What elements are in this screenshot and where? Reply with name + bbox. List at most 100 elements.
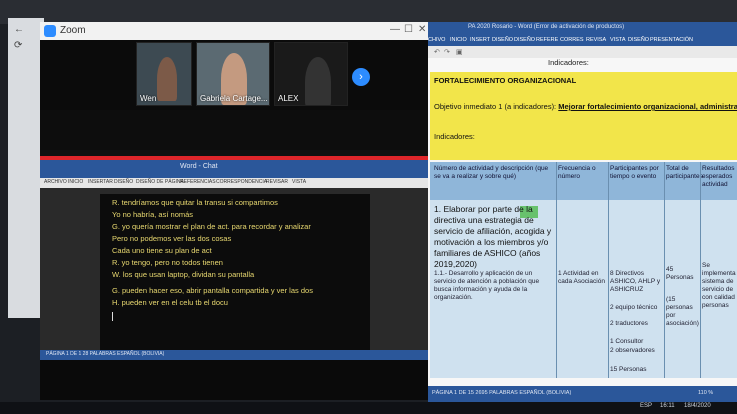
activity-subtitle: 1.1.- Desarrollo y aplicación de un serv… (434, 270, 540, 301)
minimize-icon[interactable]: — (390, 24, 400, 35)
chat-line: Pero no podemos ver las dos cosas (112, 234, 232, 243)
windows-taskbar: ESP 16:11 18/4/2020 (0, 402, 737, 414)
text-cursor (112, 312, 113, 321)
tab-correspondencia[interactable]: CORRES (560, 37, 584, 43)
chat-line: W. los que usan laptop, dividan su panta… (112, 270, 255, 279)
browser-window-behind: ← ⟳ (8, 18, 44, 318)
tab-diseno[interactable]: DISEÑO (492, 37, 513, 43)
zoom-level[interactable]: 110 % (698, 390, 713, 396)
shared-word-tabs: ARCHIVO INICIO INSERTAR DISEÑO DISEÑO DE… (40, 178, 432, 188)
table-body[interactable]: 1. Elaborar por parte de la directiva un… (430, 200, 737, 378)
results-cell: Se implementa sistema de servicio de con… (702, 262, 736, 309)
shared-word-titlebar: Word - Chat (40, 160, 432, 178)
language-indicator[interactable]: ESP (640, 403, 652, 409)
tab-archivo[interactable]: CHIVO (428, 37, 445, 43)
chevron-right-icon: › (359, 71, 363, 83)
tab-diseno-pagina[interactable]: DISEÑO (514, 37, 535, 43)
section-title: FORTALECIMIENTO ORGANIZACIONAL (434, 76, 577, 85)
table-divider (700, 162, 701, 378)
participant-item: 2 observadores (610, 347, 655, 354)
column-header: Número de actividad y descripción (que s… (434, 165, 549, 180)
tab[interactable]: INICIO (68, 179, 83, 185)
tab-diseno-2[interactable]: DISEÑO (628, 37, 649, 43)
participant-name: ALEX (278, 94, 299, 103)
screen: ← ⟳ Zoom — ☐ ✕ Wen Gabriela Cartage... A… (0, 0, 737, 414)
participant-video (305, 57, 331, 105)
participant-video (157, 57, 177, 101)
chat-line: R. tendríamos que quitar la transu si co… (112, 198, 278, 207)
doc-title: PA 2020 Rosario - Word (Error de activac… (468, 24, 625, 30)
frequency-cell: 1 Actividad en cada Asociación (558, 270, 605, 285)
participant-item: 1 Consultor (610, 338, 644, 345)
zoom-bottom-area (40, 360, 432, 400)
chat-line: G. pueden hacer eso, abrir pantalla comp… (112, 286, 313, 295)
header-indicators-label: Indicadores: (548, 58, 589, 67)
doc-statusbar: PÁGINA 1 DE 15 2695 PALABRAS ESPAÑOL (BO… (428, 386, 737, 402)
tab-referencias[interactable]: REFERE (536, 37, 558, 43)
tab-insertar[interactable]: INSERT (470, 37, 490, 43)
column-header: Participantes por tiempo o evento (610, 165, 659, 180)
tab-presentacion[interactable]: PRESENTACIÓN (650, 37, 693, 43)
objective-text: Mejorar fortalecimiento organizacional, … (558, 102, 737, 111)
participant-item: 2 traductores (610, 320, 648, 327)
close-icon[interactable]: ✕ (418, 24, 426, 35)
table-divider (664, 162, 665, 378)
activity-title: 1. Elaborar por parte de la directiva un… (434, 204, 552, 269)
clock-time[interactable]: 16:11 (660, 403, 675, 409)
doc-ribbon-tabs: CHIVO INICIO INSERT DISEÑO DISEÑO REFERE… (428, 36, 737, 46)
shared-word-title: Word - Chat (180, 163, 218, 170)
reload-icon[interactable]: ⟳ (14, 40, 22, 51)
word-document-window: PA 2020 Rosario - Word (Error de activac… (428, 22, 737, 402)
tab-revisar[interactable]: REVISA (586, 37, 606, 43)
objective-line: Objetivo inmediato 1 (a indicadores): Me… (434, 102, 737, 111)
clock-date[interactable]: 18/4/2020 (684, 403, 711, 409)
table-divider (556, 162, 557, 378)
shared-word-status-text: PÁGINA 1 DE 1 28 PALABRAS ESPAÑOL (BOLIV… (46, 351, 165, 357)
tab[interactable]: INSERTAR (88, 179, 113, 185)
back-arrow-icon[interactable]: ← (14, 24, 24, 35)
column-header: Total de participantes (666, 165, 703, 180)
total-note: (15 personas por asociación) (666, 296, 699, 327)
participant-tile[interactable]: Wen (136, 42, 192, 106)
participant-item: 2 equipo técnico (610, 304, 658, 311)
tab[interactable]: ARCHIVO (44, 179, 67, 185)
quick-access-toolbar: ↶ ↷ ▣ (428, 46, 737, 58)
objective-prefix: Objetivo inmediato 1 (a indicadores): (434, 102, 557, 111)
column-header: Frecuencia o número (558, 165, 596, 180)
participant-item: 15 Personas (610, 366, 647, 373)
maximize-icon[interactable]: ☐ (404, 24, 413, 35)
participant-tile[interactable]: Gabriela Cartage... (196, 42, 270, 106)
shared-word-statusbar: PÁGINA 1 DE 1 28 PALABRAS ESPAÑOL (BOLIV… (40, 350, 432, 360)
undo-icon[interactable]: ↶ (434, 48, 440, 56)
participant-name: Wen (140, 94, 157, 103)
table-divider (608, 162, 609, 378)
participant-tile[interactable]: ALEX (274, 42, 348, 106)
tab[interactable]: REVISAR (266, 179, 288, 185)
participant-name: Gabriela Cartage... (200, 94, 268, 103)
tab[interactable]: REFERENCIAS (180, 179, 216, 185)
redo-icon[interactable]: ↷ (444, 48, 450, 56)
next-page-button[interactable]: › (352, 68, 370, 86)
tab-vista[interactable]: VISTA (610, 37, 626, 43)
total-cell: 45 Personas (666, 266, 694, 281)
doc-status-text: PÁGINA 1 DE 15 2695 PALABRAS ESPAÑOL (BO… (432, 390, 572, 396)
tab[interactable]: DISEÑO DE PÁGINA (136, 179, 184, 185)
chat-line: H. pueden ver en el celu tb el docu (112, 298, 228, 307)
tab[interactable]: VISTA (292, 179, 306, 185)
zoom-window-title: Zoom (60, 25, 86, 36)
indicators-label: Indicadores: (434, 132, 475, 141)
tab[interactable]: DISEÑO (114, 179, 133, 185)
chat-document-page[interactable]: R. tendríamos que quitar la transu si co… (100, 194, 370, 350)
zoom-window: Zoom — ☐ ✕ Wen Gabriela Cartage... ALEX … (40, 22, 432, 400)
chat-line: Cada uno tiene su plan de act (112, 246, 212, 255)
chat-line: Yo no habría, así nomás (112, 210, 194, 219)
tab[interactable]: CORRESPONDENCIA (216, 179, 267, 185)
table-header: Número de actividad y descripción (que s… (430, 162, 737, 200)
save-icon[interactable]: ▣ (456, 48, 463, 56)
chat-line: R. yo tengo, pero no todos tienen (112, 258, 223, 267)
background-window-strip (0, 0, 737, 24)
participant-gallery: Wen Gabriela Cartage... ALEX › (40, 40, 432, 110)
tab-inicio[interactable]: INICIO (450, 37, 467, 43)
shared-screen: Word - Chat ARCHIVO INICIO INSERTAR DISE… (40, 160, 432, 360)
zoom-title-bar: Zoom — ☐ ✕ (40, 22, 432, 40)
